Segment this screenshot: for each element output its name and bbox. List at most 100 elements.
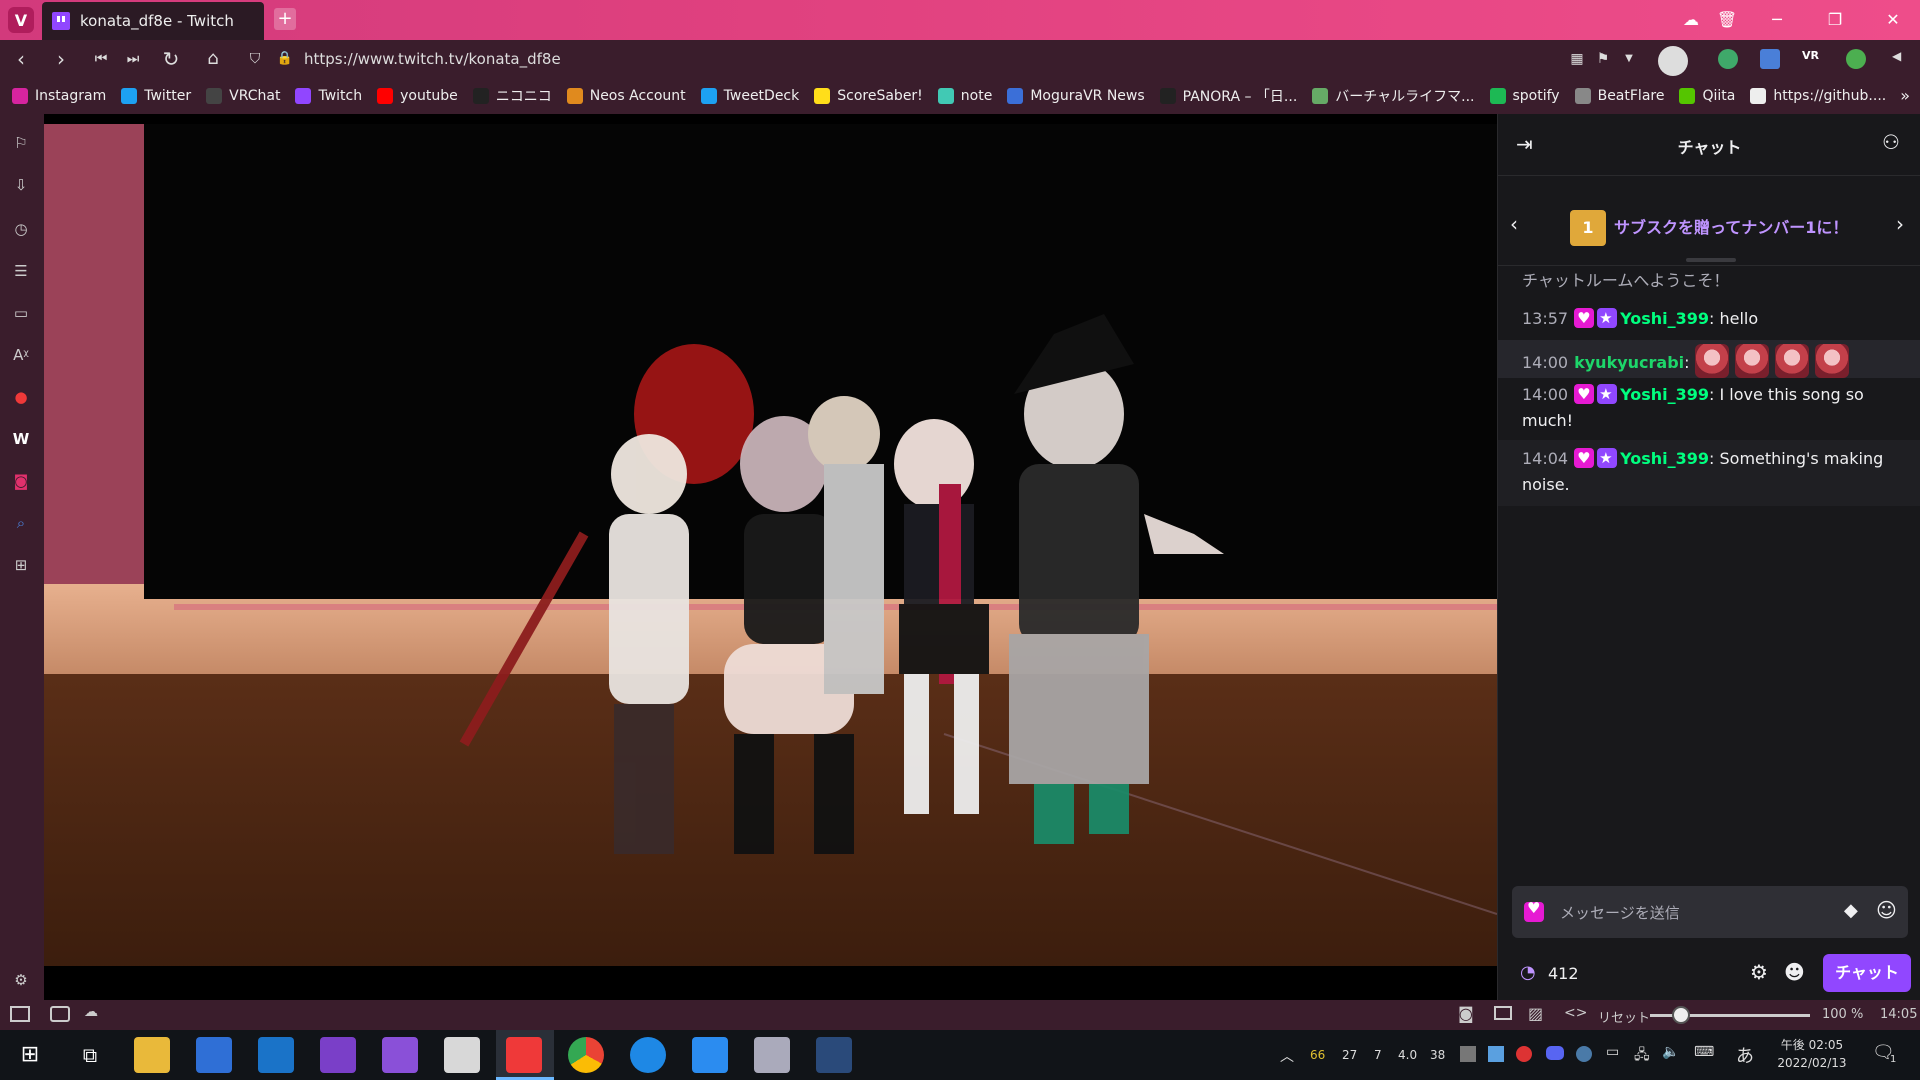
panel-toggle-icon[interactable]	[10, 1006, 30, 1022]
bookmark-item[interactable]: spotify	[1489, 88, 1560, 104]
file-explorer-icon[interactable]	[134, 1037, 170, 1073]
discord-icon[interactable]	[1546, 1046, 1564, 1060]
bookmark-item[interactable]: バーチャルライフマ...	[1312, 86, 1475, 106]
qr-code-icon[interactable]: ▦	[1566, 49, 1588, 69]
app-moon-icon[interactable]	[630, 1037, 666, 1073]
translate-panel-icon[interactable]: Aᵡ	[10, 344, 32, 366]
send-chat-button[interactable]: チャット	[1823, 954, 1911, 992]
visual-studio-icon[interactable]	[320, 1037, 356, 1073]
downloads-icon[interactable]: ⇩	[10, 174, 32, 196]
close-button[interactable]: ✕	[1878, 8, 1908, 32]
bookmark-item[interactable]: Twitter	[121, 88, 191, 104]
bookmark-item[interactable]: https://github....	[1750, 88, 1886, 104]
app-cube-icon[interactable]	[816, 1037, 852, 1073]
trash-icon[interactable]: 🗑	[1712, 8, 1742, 32]
bookmarks-overflow-icon[interactable]: »	[1900, 86, 1910, 105]
emote-icon[interactable]	[1734, 344, 1769, 378]
clock-time[interactable]: 午後 02:05	[1772, 1036, 1852, 1053]
chat-settings-icon[interactable]: ⚙	[1750, 960, 1768, 984]
panel-toggle-icon[interactable]: ◀	[1892, 49, 1901, 63]
chevron-right-icon[interactable]: ›	[1896, 212, 1904, 236]
new-tab-button[interactable]: +	[274, 8, 296, 30]
zoom-level[interactable]: 100 %	[1822, 1007, 1863, 1022]
vivaldi-menu-icon[interactable]: V	[8, 7, 34, 33]
tile-tabs-icon[interactable]	[50, 1006, 70, 1022]
message-username[interactable]: Yoshi_399	[1620, 309, 1709, 328]
unity-hub-icon[interactable]	[444, 1037, 480, 1073]
profile-avatar[interactable]	[1658, 46, 1688, 76]
emote-icon[interactable]	[1814, 344, 1849, 378]
chrome-icon[interactable]	[568, 1037, 604, 1073]
bookmark-item[interactable]: VRChat	[206, 88, 280, 104]
instagram-panel-icon[interactable]: ◙	[10, 470, 32, 492]
ime-indicator[interactable]: あ	[1736, 1042, 1754, 1068]
tray-chevron-icon[interactable]: ︿	[1280, 1046, 1294, 1066]
bookmark-item[interactable]: TweetDeck	[700, 88, 799, 104]
bookmark-item[interactable]: youtube	[377, 88, 458, 104]
message-username[interactable]: Yoshi_399	[1620, 385, 1709, 404]
bookmark-item[interactable]: PANORA – 「日...	[1159, 86, 1297, 106]
minimize-button[interactable]: ─	[1762, 8, 1792, 32]
bookmarks-panel-icon[interactable]: ⚐	[10, 132, 32, 154]
zoom-slider-handle[interactable]	[1672, 1006, 1690, 1024]
badge-heart-icon[interactable]	[1524, 899, 1544, 922]
stream-video-player[interactable]	[44, 114, 1497, 1000]
translate-extension-icon[interactable]	[1760, 49, 1780, 69]
bookmark-item[interactable]: BeatFlare	[1574, 88, 1664, 104]
zoom-reset-label[interactable]: リセット	[1598, 1007, 1650, 1026]
history-icon[interactable]: ◷	[10, 218, 32, 240]
keyboard-icon[interactable]: ⌨	[1694, 1044, 1714, 1060]
network-icon[interactable]: 🖧	[1634, 1044, 1650, 1068]
chat-message[interactable]: 14:00 kyukyucrabi:	[1522, 344, 1902, 378]
cloud-sync-icon[interactable]: ☁	[1676, 8, 1706, 32]
chat-message[interactable]: 14:04Yoshi_399: Something's making noise…	[1522, 445, 1902, 498]
channel-points-icon[interactable]: ◔	[1520, 962, 1536, 983]
channel-points-count[interactable]: 412	[1548, 964, 1579, 983]
shield-icon[interactable]: ⛉	[242, 47, 268, 71]
reload-icon[interactable]: ↻	[158, 47, 184, 71]
app-plus-icon[interactable]	[692, 1037, 728, 1073]
chat-message[interactable]: 14:00Yoshi_399: I love this song so much…	[1522, 381, 1902, 434]
message-username[interactable]: kyukyucrabi	[1574, 353, 1684, 372]
battery-icon[interactable]: ▭	[1606, 1044, 1619, 1060]
emote-icon[interactable]	[1774, 344, 1809, 378]
steam-icon[interactable]	[1576, 1046, 1592, 1062]
forward-icon[interactable]: ›	[48, 47, 74, 71]
notes-icon[interactable]: ☰	[10, 260, 32, 282]
add-panel-icon[interactable]: ⊞	[10, 554, 32, 576]
settings-gear-icon[interactable]: ⚙	[10, 969, 32, 991]
bookmark-item[interactable]: MoguraVR News	[1007, 88, 1145, 104]
dropdown-icon[interactable]: ▼	[1618, 49, 1640, 69]
tab-active[interactable]: konata_df8e - Twitch	[42, 2, 264, 40]
rewind-icon[interactable]: ⏮	[88, 47, 114, 71]
tiling-icon[interactable]	[1494, 1006, 1512, 1020]
microsoft-store-icon[interactable]	[196, 1037, 232, 1073]
app-window-icon[interactable]	[754, 1037, 790, 1073]
bookmark-icon[interactable]: ⚑	[1592, 49, 1614, 69]
url-field[interactable]: https://www.twitch.tv/konata_df8e	[304, 50, 561, 68]
task-view-icon[interactable]: ⧉	[72, 1037, 108, 1073]
vrchat-extension-icon[interactable]: VR	[1802, 49, 1824, 69]
home-icon[interactable]: ⌂	[200, 47, 226, 71]
emote-icon[interactable]	[1694, 344, 1729, 378]
message-username[interactable]: Yoshi_399	[1620, 449, 1709, 468]
extension-refresh-icon[interactable]	[1718, 49, 1738, 69]
bookmark-item[interactable]: Instagram	[12, 88, 106, 104]
emoji-picker-icon[interactable]: ☺	[1876, 898, 1897, 922]
chat-identity-icon[interactable]: ☻	[1784, 960, 1805, 984]
window-panel-icon[interactable]: ▭	[10, 302, 32, 324]
extension-badge-icon[interactable]	[1846, 49, 1866, 69]
images-icon[interactable]: ▨	[1528, 1004, 1543, 1023]
bookmark-item[interactable]: ニコニコ	[472, 86, 552, 106]
mail-icon[interactable]	[258, 1037, 294, 1073]
search-panel-icon[interactable]: ⌕	[10, 512, 32, 534]
page-actions-icon[interactable]: <>	[1564, 1005, 1587, 1021]
bookmark-item[interactable]: Qiita	[1679, 88, 1735, 104]
wikipedia-panel-icon[interactable]: W	[10, 428, 32, 450]
gift-sub-banner[interactable]: ‹ 1 サブスクを贈ってナンバー1に！ ›	[1498, 176, 1920, 266]
chat-input[interactable]: メッセージを送信 ◆ ☺	[1512, 886, 1908, 938]
bits-icon[interactable]: ◆	[1844, 900, 1858, 921]
bookmark-item[interactable]: Neos Account	[566, 88, 686, 104]
clock-date[interactable]: 2022/02/13	[1772, 1056, 1852, 1070]
back-icon[interactable]: ‹	[8, 47, 34, 71]
